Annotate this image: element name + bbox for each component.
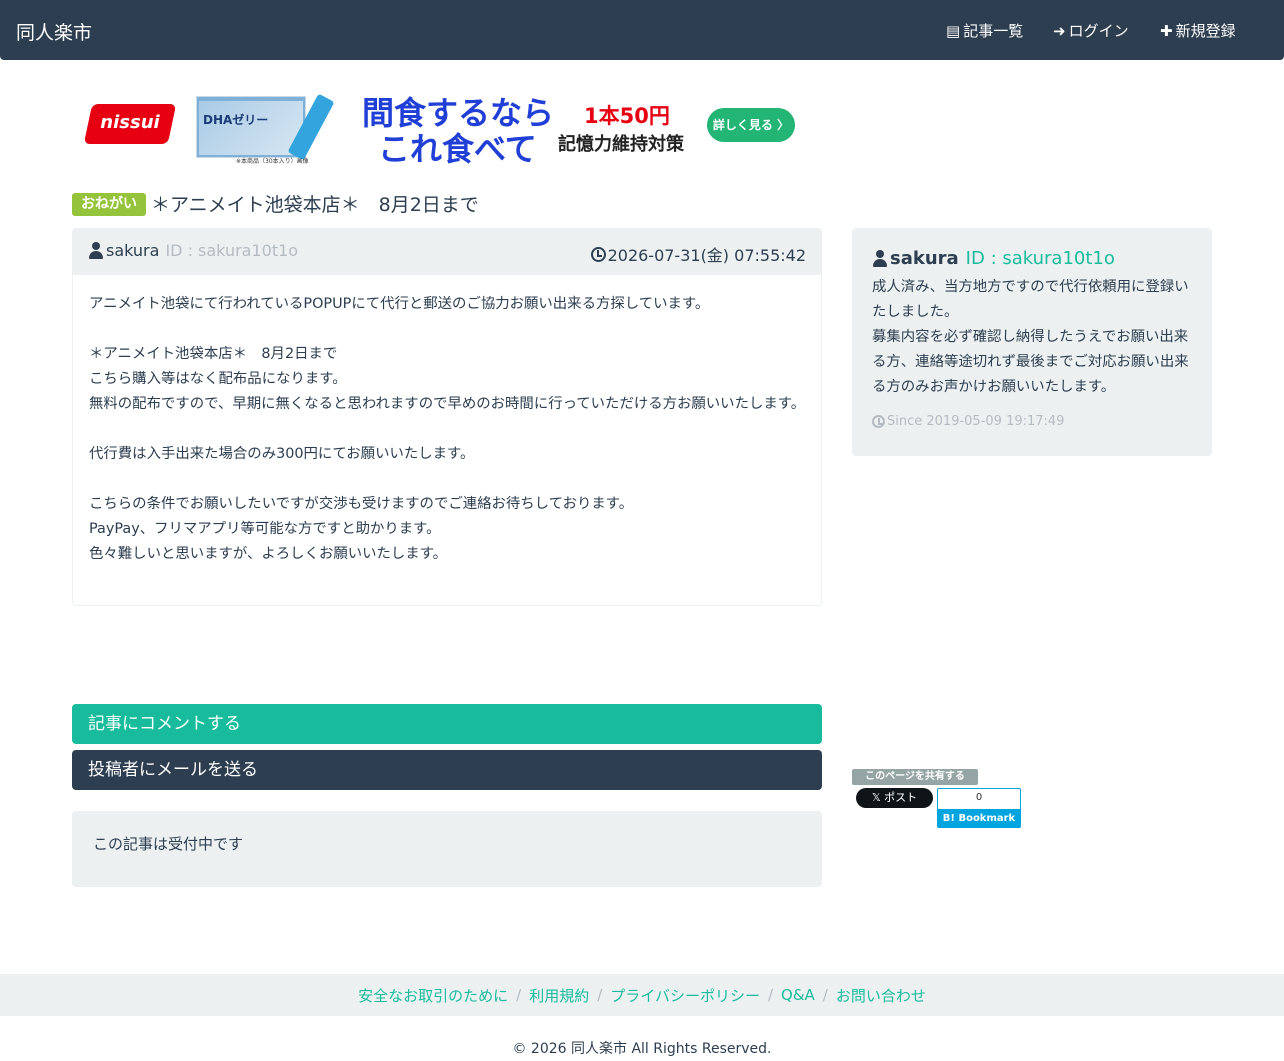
ad-headline-2: これ食べて: [378, 130, 537, 168]
status-text: この記事は受付中です: [93, 835, 244, 853]
brand-logo[interactable]: 同人楽市: [16, 18, 92, 45]
post-body-line: こちらの条件でお願いしたいですが交渉も受けますのでご連絡お待ちしております。: [89, 496, 634, 512]
post-body-line: アニメイト池袋にて行われているPOPUPにて代行と郵送のご協力お願い出来る方探し…: [89, 296, 710, 312]
ad-banner[interactable]: nissui DHAゼリー ※本商品（30本入り）画像 間食するなら これ食べて…: [76, 88, 800, 168]
x-post-button[interactable]: 𝕏 ポスト: [856, 788, 933, 808]
nav-register-link[interactable]: ✚ 新規登録: [1160, 20, 1236, 41]
share-label: このページを共有する: [852, 769, 978, 785]
nav-articles-label: 記事一覧: [963, 22, 1024, 40]
clock-icon: [590, 246, 606, 262]
profile-since: Since 2019-05-09 19:17:49: [872, 414, 1064, 429]
post-body-line: 無料の配布ですので、早期に無くなると思われますので早めのお時間に行っていただける…: [89, 396, 806, 412]
post-card: sakura ID : sakura10t1o 2026-07-31(金) 07…: [72, 228, 822, 606]
comment-button[interactable]: 記事にコメントする: [72, 704, 822, 744]
list-icon: ▤: [946, 21, 961, 40]
copyright: © 2026 同人楽市 All Rights Reserved.: [512, 1041, 772, 1057]
profile-since-text: Since 2019-05-09 19:17:49: [887, 414, 1065, 429]
ad-price: 1本50円: [584, 104, 670, 128]
post-body-line: ＊アニメイト池袋本店＊ 8月2日まで: [89, 346, 338, 362]
ad-brand-logo: nissui: [80, 98, 177, 150]
post-body-line: [89, 317, 809, 342]
login-icon: ➜: [1053, 21, 1066, 40]
post-date-text: 2026-07-31(金) 07:55:42: [607, 246, 806, 265]
post-body-line: 代行費は入手出来た場合のみ300円にてお願いいたします。: [89, 446, 475, 462]
ad-product-label: DHAゼリー: [203, 113, 269, 127]
hatena-count: 0: [975, 792, 983, 803]
post-author-id: ID : sakura10t1o: [165, 241, 299, 260]
user-icon: [88, 242, 104, 259]
ad-logo-text: nissui: [100, 112, 160, 133]
nav-register-label: 新規登録: [1175, 22, 1236, 40]
post-body-line: こちら購入等はなく配布品になります。: [89, 371, 347, 387]
hatena-bookmark-widget[interactable]: 0 B! Bookmark: [937, 788, 1021, 828]
nav-login-label: ログイン: [1068, 22, 1129, 40]
hatena-bookmark-button[interactable]: B! Bookmark: [938, 809, 1020, 828]
profile-name: sakura: [890, 248, 959, 269]
ad-details-button[interactable]: 詳しく見る 〉: [707, 108, 795, 142]
ad-subtitle: 記憶力維持対策: [558, 134, 684, 155]
profile-id[interactable]: ID : sakura10t1o: [966, 248, 1115, 269]
post-card-header: sakura ID : sakura10t1o 2026-07-31(金) 07…: [73, 229, 821, 275]
clock-icon: [872, 415, 885, 428]
post-author[interactable]: sakura ID : sakura10t1o: [88, 241, 298, 260]
post-date: 2026-07-31(金) 07:55:42: [590, 242, 806, 266]
profile-user[interactable]: sakura ID : sakura10t1o: [872, 248, 1115, 269]
post-body: アニメイト池袋にて行われているPOPUPにて代行と郵送のご協力お願い出来る方探し…: [89, 292, 809, 567]
footer-link-terms[interactable]: 利用規約: [529, 985, 589, 1006]
post-author-name: sakura: [106, 241, 160, 260]
nav-login-link[interactable]: ➜ ログイン: [1053, 20, 1129, 41]
profile-panel: sakura ID : sakura10t1o 成人済み、当方地方ですので代行依…: [852, 228, 1212, 456]
ad-caption: ※本商品（30本入り）画像: [236, 158, 309, 165]
footer-link-privacy[interactable]: プライバシーポリシー: [610, 985, 760, 1006]
send-mail-button[interactable]: 投稿者にメールを送る: [72, 750, 822, 790]
footer-separator: /: [516, 986, 522, 1004]
post-title: ＊アニメイト池袋本店＊ 8月2日まで: [151, 194, 479, 216]
footer-links: 安全なお取引のために / 利用規約 / プライバシーポリシー / Q&A / お…: [0, 974, 1284, 1016]
footer-link-contact[interactable]: お問い合わせ: [836, 985, 926, 1006]
navbar: 同人楽市 ▤ 記事一覧 ➜ ログイン ✚ 新規登録: [0, 0, 1284, 60]
post-body-line: 色々難しいと思いますが、よろしくお願いいたします。: [89, 546, 448, 562]
profile-bio: 成人済み、当方地方ですので代行依頼用に登録いたしました。 募集内容を必ず確認し納…: [872, 279, 1189, 395]
plus-icon: ✚: [1160, 21, 1173, 40]
footer-link-safety[interactable]: 安全なお取引のために: [358, 985, 508, 1006]
post-body-line: [89, 467, 809, 492]
post-body-line: PayPay、フリマアプリ等可能な方ですと助かります。: [89, 521, 441, 537]
category-badge: おねがい: [72, 193, 146, 216]
post-body-line: [89, 417, 809, 442]
footer-link-faq[interactable]: Q&A: [781, 986, 815, 1004]
status-panel: この記事は受付中です: [72, 811, 822, 887]
nav-articles-link[interactable]: ▤ 記事一覧: [946, 20, 1023, 41]
footer-separator: /: [822, 986, 828, 1004]
footer-separator: /: [597, 986, 603, 1004]
user-icon: [872, 250, 888, 267]
footer-separator: /: [767, 986, 774, 1004]
